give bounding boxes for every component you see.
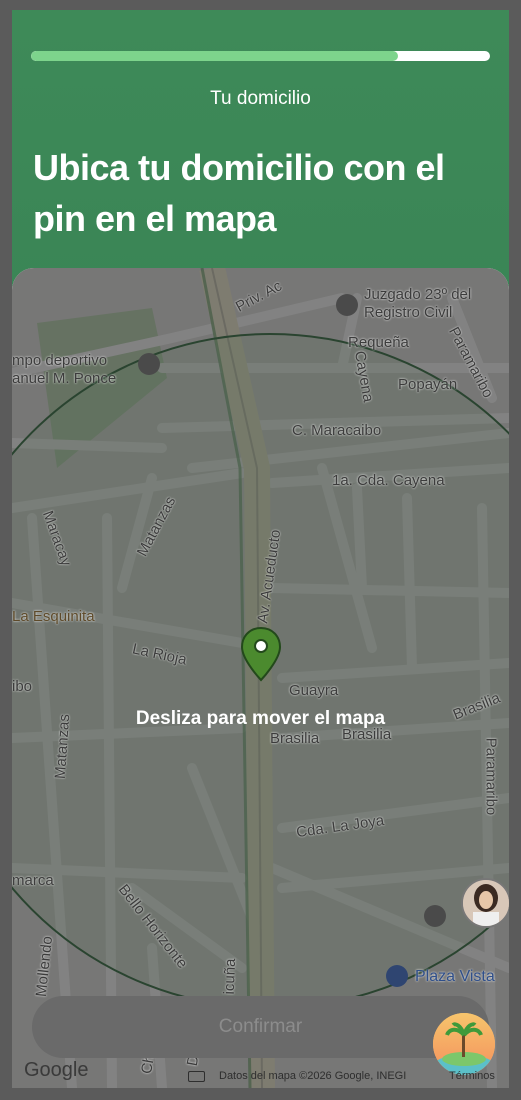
- map-pin-icon[interactable]: [240, 626, 282, 682]
- street-label: C. Maracaibo: [292, 422, 382, 439]
- street-label: Guayra: [289, 682, 339, 699]
- poi-label: mpo deportivo: [12, 352, 108, 369]
- poi-label: Registro Civil: [364, 304, 453, 321]
- progress-bar: [31, 51, 490, 61]
- app-badge-icon[interactable]: [433, 1013, 495, 1075]
- avatar[interactable]: [461, 878, 509, 928]
- street-label: Paramaribo: [482, 737, 500, 816]
- confirm-button[interactable]: Confirmar: [32, 996, 489, 1058]
- street-label: icuña: [220, 958, 240, 995]
- progress-fill: [31, 51, 399, 61]
- poi-label: Juzgado 23º del: [364, 286, 472, 303]
- header: Tu domicilio Ubica tu domicilio con el p…: [12, 10, 509, 310]
- map[interactable]: Priv. Ac Juzgado 23º del Registro Civil …: [12, 268, 509, 1088]
- street-label: ibo: [12, 678, 33, 695]
- street-label: 1a. Cda. Cayena: [332, 472, 445, 489]
- poi-label: La Esquinita: [12, 608, 95, 625]
- terms-link[interactable]: Términos: [449, 1070, 495, 1082]
- poi-label: anuel M. Ponce: [12, 370, 117, 387]
- keyboard-icon[interactable]: [188, 1070, 205, 1082]
- street-label: marca: [12, 872, 54, 889]
- step-label: Tu domicilio: [210, 88, 311, 109]
- poi-label: Plaza Vista: [415, 968, 495, 985]
- street-label: Requeña: [348, 334, 409, 351]
- street-label: Brasilia: [270, 730, 320, 747]
- google-logo: Google: [24, 1059, 89, 1081]
- screen: Tu domicilio Ubica tu domicilio con el p…: [12, 10, 509, 1088]
- map-attribution: Datos del mapa ©2026 Google, INEGI: [188, 1070, 406, 1082]
- map-hint: Desliza para mover el mapa: [135, 708, 386, 729]
- street-label: Popayán: [398, 376, 458, 393]
- attribution-text: Datos del mapa ©2026 Google, INEGI: [219, 1070, 407, 1082]
- page-title: Ubica tu domicilio con el pin en el mapa: [33, 147, 445, 239]
